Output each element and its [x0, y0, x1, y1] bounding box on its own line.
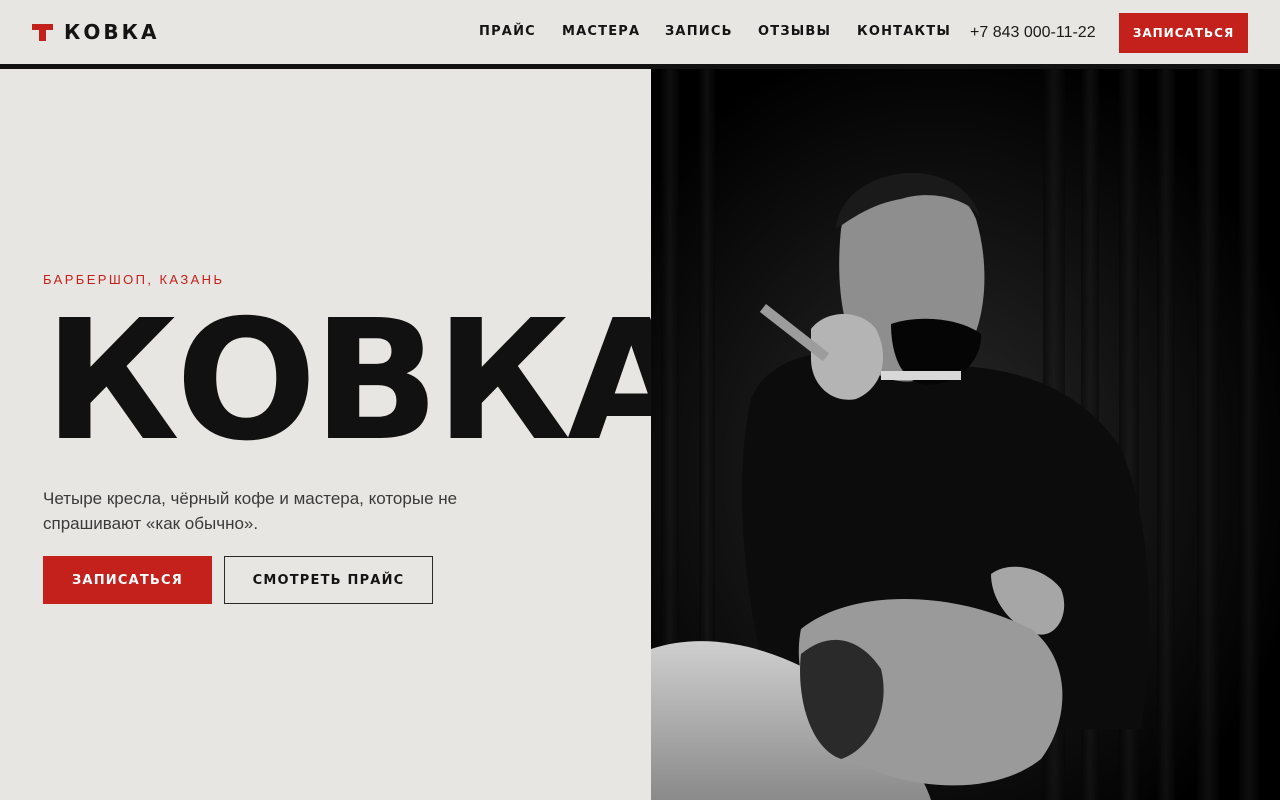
nav-link-contacts[interactable]: КОНТАКТЫ [857, 24, 951, 39]
nav-link-masters[interactable]: МАСТЕРА [562, 24, 640, 39]
hero-book-button[interactable]: ЗАПИСАТЬСЯ [43, 556, 212, 604]
nav-link-price[interactable]: ПРАЙС [479, 24, 536, 39]
site-header: КОВКА ПРАЙС МАСТЕРА ЗАПИСЬ ОТЗЫВЫ КОНТАК… [0, 0, 1280, 65]
hero-lede: Четыре кресла, чёрный кофе и мастера, ко… [43, 489, 458, 533]
hero-title: КОВКА [44, 285, 695, 478]
barber-shaving-client-image [651, 69, 1280, 800]
hero-price-button[interactable]: СМОТРЕТЬ ПРАЙС [224, 556, 433, 604]
phone-link[interactable]: +7 843 000-11-22 [970, 24, 1096, 42]
nav-link-reviews[interactable]: ОТЗЫВЫ [758, 24, 831, 39]
hero-photo [651, 69, 1280, 800]
header-book-button[interactable]: ЗАПИСАТЬСЯ [1119, 13, 1248, 53]
nav-link-booking[interactable]: ЗАПИСЬ [665, 24, 733, 39]
